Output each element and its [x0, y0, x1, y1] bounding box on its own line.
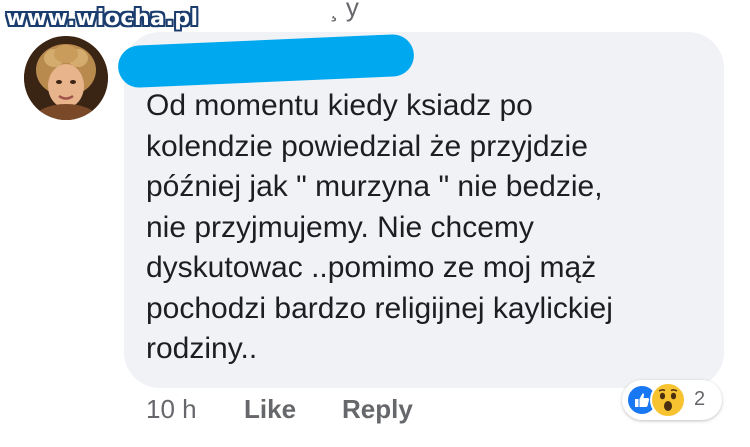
comment-line: później jak " murzyna " nie bedzie,: [146, 170, 603, 203]
reaction-count: 2: [694, 388, 706, 410]
timestamp[interactable]: 10 h: [146, 394, 197, 425]
comment-line: dyskutowac ..pomimo ze moj mąż: [146, 251, 597, 284]
comment-line: nie przyjmujemy. Nie chcemy: [146, 210, 534, 244]
reactions-summary[interactable]: 2: [622, 380, 722, 420]
comment-text: Od momentu kiedy ksiadz po kolendzie pow…: [146, 86, 706, 370]
watermark: www.wiocha.pl: [6, 6, 199, 31]
comment-line: Od momentu kiedy ksiadz po: [146, 89, 533, 122]
comment-line: pochodzi bardzo religijnej kaylickiej: [146, 291, 613, 325]
like-button[interactable]: Like: [244, 394, 296, 425]
avatar-photo-icon: [24, 36, 108, 120]
wow-icon: [650, 382, 686, 418]
comment-line: kolendzie powiedzial że przyjdzie: [146, 129, 588, 163]
comment-line: rodziny..: [146, 332, 258, 365]
avatar[interactable]: [24, 36, 108, 120]
cropped-previous-text: ¸ y: [330, 0, 359, 22]
reply-button[interactable]: Reply: [342, 394, 413, 425]
